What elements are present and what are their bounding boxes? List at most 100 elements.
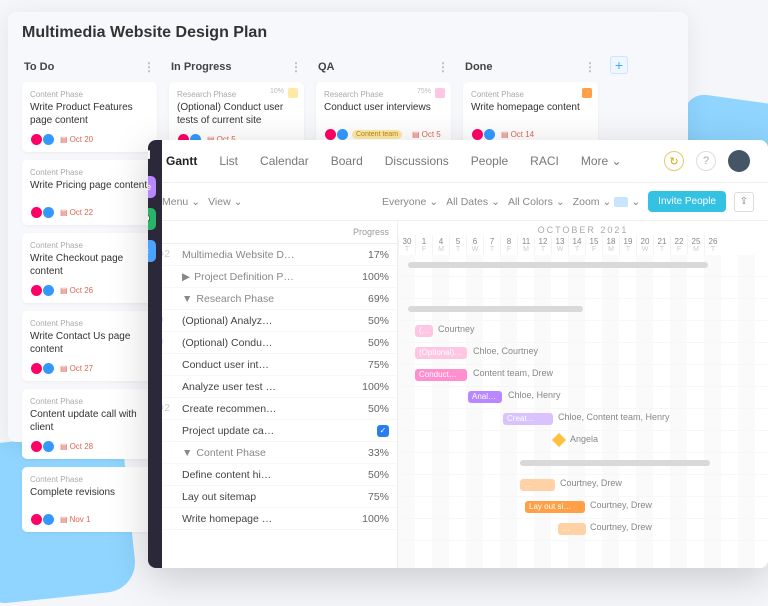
task-row[interactable]: ↻2Create recommen…50%	[148, 398, 397, 420]
card-phase: Content Phase	[30, 319, 149, 328]
card-date: ▤Nov 1	[60, 515, 90, 524]
task-row[interactable]: Analyze user test …100%	[148, 376, 397, 398]
column-title: QA	[318, 61, 335, 73]
kanban-title: Multimedia Website Design Plan	[22, 24, 674, 42]
task-progress: 69%	[347, 293, 389, 305]
calendar-day: 18M	[602, 235, 619, 255]
filter-dates[interactable]: All Dates ⌄	[446, 196, 500, 208]
tab-more[interactable]: More ⌄	[581, 154, 622, 168]
tab-people[interactable]: People	[471, 154, 508, 168]
task-row[interactable]: ▼Content Phase33%	[148, 442, 397, 464]
gantt-bar[interactable]: Anal…	[468, 391, 502, 403]
task-list: Progress ↻2Multimedia Website D…17%▶Proj…	[148, 221, 398, 568]
card-date: ▤Oct 5	[412, 130, 441, 139]
tab-discussions[interactable]: Discussions	[385, 154, 449, 168]
gantt-bar[interactable]	[408, 262, 708, 268]
calendar-day: 20W	[636, 235, 653, 255]
tab-board[interactable]: Board	[331, 154, 363, 168]
task-progress: ✓	[347, 424, 389, 437]
view-dropdown[interactable]: View ⌄	[208, 196, 242, 208]
tab-raci[interactable]: RACI	[530, 154, 559, 168]
invite-button[interactable]: Invite People	[648, 191, 726, 212]
column-menu-icon[interactable]: ⋮	[584, 60, 596, 74]
task-row[interactable]: Conduct user int…75%	[148, 354, 397, 376]
task-name: Multimedia Website D…	[182, 249, 347, 261]
assignee-avatar	[42, 133, 55, 146]
gantt-bar[interactable]: Lay out si…	[525, 501, 585, 513]
gantt-bar[interactable]	[520, 460, 710, 466]
gantt-bar[interactable]: …	[558, 523, 586, 535]
rail-me-button[interactable]: Me	[148, 176, 156, 198]
task-row[interactable]: ↻2Multimedia Website D…17%	[148, 244, 397, 266]
task-row[interactable]: Lay out sitemap75%	[148, 486, 397, 508]
filter-everyone[interactable]: Everyone ⌄	[382, 196, 438, 208]
gantt-bar[interactable]: …	[520, 479, 555, 491]
filter-colors[interactable]: All Colors ⌄	[508, 196, 565, 208]
calendar-day: 15F	[585, 235, 602, 255]
milestone-marker[interactable]	[552, 433, 566, 447]
gantt-bar[interactable]: (Optional)…	[415, 347, 467, 359]
column-menu-icon[interactable]: ⋮	[437, 60, 449, 74]
task-row[interactable]: ⏱(Optional) Analyz…50%	[148, 310, 397, 332]
expand-icon[interactable]: ▶	[182, 271, 190, 283]
card-phase: Content Phase	[30, 168, 149, 177]
bar-assignees: Courtney, Drew	[590, 522, 652, 532]
tab-list[interactable]: List	[219, 154, 238, 168]
export-button[interactable]: ⇪	[734, 192, 754, 212]
task-row[interactable]: ⏱(Optional) Condu…50%	[148, 332, 397, 354]
kanban-card[interactable]: Content PhaseWrite homepage content▤Oct …	[463, 82, 598, 147]
rail-chat-button[interactable]: 💬	[148, 208, 156, 230]
kanban-card[interactable]: Content PhaseComplete revisions▤Nov 1	[22, 467, 157, 532]
kanban-card[interactable]: Content PhaseWrite Checkout page content…	[22, 233, 157, 303]
expand-icon[interactable]: ▼	[182, 293, 192, 305]
task-name: Analyze user test …	[182, 381, 347, 393]
tab-gantt[interactable]: Gantt	[166, 154, 197, 168]
app-rail: ▀ Me 💬 ⇆	[148, 140, 162, 568]
gantt-bar[interactable]	[408, 306, 583, 312]
gantt-lane: Anal…Chloe, Henry	[398, 387, 768, 409]
task-name: Conduct user int…	[182, 359, 347, 371]
column-title: In Progress	[171, 61, 232, 73]
calendar-icon: ▤	[60, 208, 68, 217]
calendar-day: 7T	[483, 235, 500, 255]
menu-dropdown[interactable]: Menu ⌄	[162, 196, 200, 208]
avatar[interactable]	[728, 150, 750, 172]
card-date: ▤Oct 14	[501, 130, 534, 139]
column-title: Done	[465, 61, 493, 73]
bar-label: …	[524, 479, 532, 491]
gantt-bar[interactable]: Creat…	[503, 413, 553, 425]
task-row[interactable]: Write homepage …100%	[148, 508, 397, 530]
task-row[interactable]: ▶Project Definition P…100%	[148, 266, 397, 288]
card-task: Write Checkout page content	[30, 253, 149, 278]
task-progress: 75%	[347, 359, 389, 371]
kanban-card[interactable]: Content PhaseContent update call with cl…	[22, 389, 157, 459]
task-row[interactable]: ▼Research Phase69%	[148, 288, 397, 310]
bar-label: (Optional)…	[419, 347, 462, 359]
rail-switch-button[interactable]: ⇆	[148, 240, 156, 262]
task-row[interactable]: Define content hi…50%	[148, 464, 397, 486]
kanban-card[interactable]: 75%Research PhaseConduct user interviews…	[316, 82, 451, 147]
column-menu-icon[interactable]: ⋮	[290, 60, 302, 74]
card-phase: Content Phase	[30, 397, 149, 406]
kanban-card[interactable]: Content PhaseWrite Product Features page…	[22, 82, 157, 152]
add-column-button[interactable]: +	[610, 56, 628, 74]
gantt-bar[interactable]: (…	[415, 325, 433, 337]
kanban-card[interactable]: Content PhaseWrite Contact Us page conte…	[22, 311, 157, 381]
card-phase: Content Phase	[30, 475, 149, 484]
calendar-day: 12T	[534, 235, 551, 255]
expand-icon[interactable]: ▼	[182, 447, 192, 459]
gantt-chart[interactable]: OCTOBER 2021 30T1F4M5T6W7T8F11M12T13W14T…	[398, 221, 768, 568]
column-menu-icon[interactable]: ⋮	[143, 60, 155, 74]
task-row[interactable]: Project update ca…✓	[148, 420, 397, 442]
gantt-lane: (…Courtney	[398, 321, 768, 343]
history-icon[interactable]: ↻	[664, 151, 684, 171]
tab-calendar[interactable]: Calendar	[260, 154, 309, 168]
gantt-bar[interactable]: Conduct…	[415, 369, 467, 381]
kanban-card[interactable]: Content PhaseWrite Pricing page content▤…	[22, 160, 157, 225]
help-icon[interactable]: ?	[696, 151, 716, 171]
zoom-control[interactable]: Zoom ⌄ ⌄	[573, 196, 640, 208]
task-name: Write homepage …	[182, 513, 347, 525]
assignee-avatar	[42, 513, 55, 526]
gantt-lane: Angela	[398, 431, 768, 453]
card-date: ▤Oct 28	[60, 442, 93, 451]
